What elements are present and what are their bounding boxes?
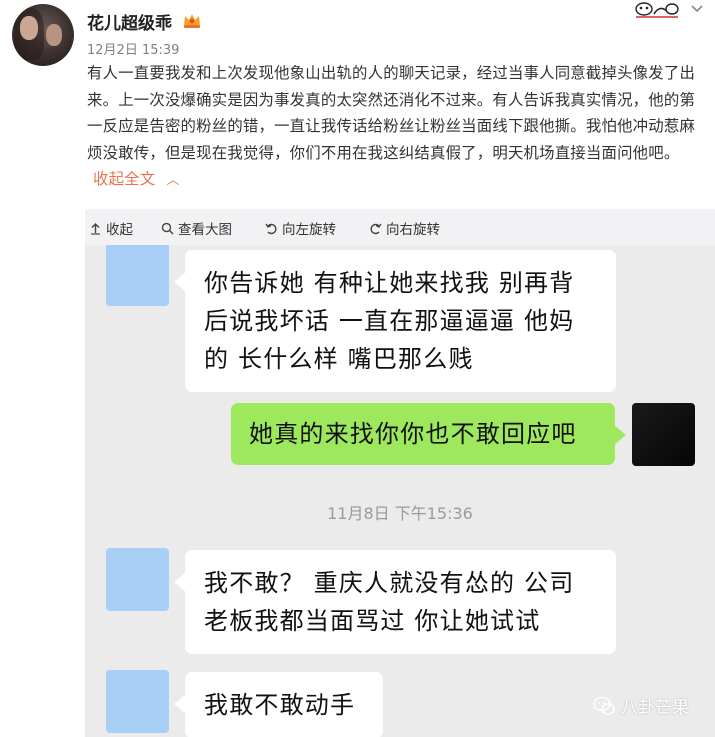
chat-timestamp: 11月8日 下午15:36 <box>327 504 473 523</box>
rotate-left-icon <box>265 223 277 234</box>
user-avatar[interactable] <box>12 4 74 66</box>
post-body: 有人一直要我发和上次发现他象山出轨的人的聊天记录，经过当事人同意截掉头像发了出来… <box>87 64 696 162</box>
chat-screenshot-image[interactable]: 你告诉她 有种让她来找我 别再背后说我坏话 一直在那逼逼逼 他妈的 长什么样 嘴… <box>85 245 715 737</box>
collapse-full-text-link[interactable]: 收起全文 <box>93 170 155 188</box>
message-bubble-incoming: 你告诉她 有种让她来找我 别再背后说我坏话 一直在那逼逼逼 他妈的 长什么样 嘴… <box>174 250 616 392</box>
view-large-label: 查看大图 <box>178 222 232 238</box>
cartoon-sticker-icon <box>635 2 679 18</box>
rotate-left-button[interactable]: 向左旋转 <box>265 218 336 238</box>
sender-avatar <box>106 670 169 733</box>
watermark: 八卦芒果 <box>593 693 689 718</box>
avatar-face <box>20 16 38 40</box>
message-bubble-incoming: 我不敢？ 重庆人就没有怂的 公司老板我都当面骂过 你让她试试 <box>174 550 616 654</box>
sender-avatar <box>106 548 169 611</box>
rotate-left-label: 向左旋转 <box>282 222 336 238</box>
collapse-label: 收起 <box>106 222 133 238</box>
chevron-up-icon[interactable]: ︿ <box>166 173 179 188</box>
view-large-button[interactable]: 查看大图 <box>161 218 232 238</box>
message-bubble-outgoing: 她真的来找你你也不敢回应吧 <box>231 403 626 465</box>
vip-crown-icon <box>184 14 200 28</box>
rotate-right-button[interactable]: 向右旋转 <box>369 218 440 238</box>
watermark-text: 八卦芒果 <box>621 698 689 718</box>
search-icon <box>161 222 174 235</box>
avatar-face-secondary <box>46 24 62 46</box>
image-toolbar: 收起 查看大图 向左旋转 向右旋转 <box>85 209 715 245</box>
post-time[interactable]: 12月2日 15:39 <box>87 39 179 58</box>
wechat-icon <box>593 696 615 715</box>
chevron-down-icon[interactable] <box>690 2 704 16</box>
message-bubble-incoming: 我敢不敢动手 <box>174 672 383 737</box>
post-text: 有人一直要我发和上次发现他象山出轨的人的聊天记录，经过当事人同意截掉头像发了出来… <box>87 60 705 195</box>
collapse-up-icon <box>91 222 100 235</box>
sender-avatar <box>106 245 169 306</box>
rotate-right-label: 向右旋转 <box>386 222 440 238</box>
own-avatar <box>632 403 695 466</box>
collapse-image-button[interactable]: 收起 <box>89 218 133 238</box>
username[interactable]: 花儿超级乖 <box>87 9 172 34</box>
rotate-right-icon <box>370 223 382 234</box>
